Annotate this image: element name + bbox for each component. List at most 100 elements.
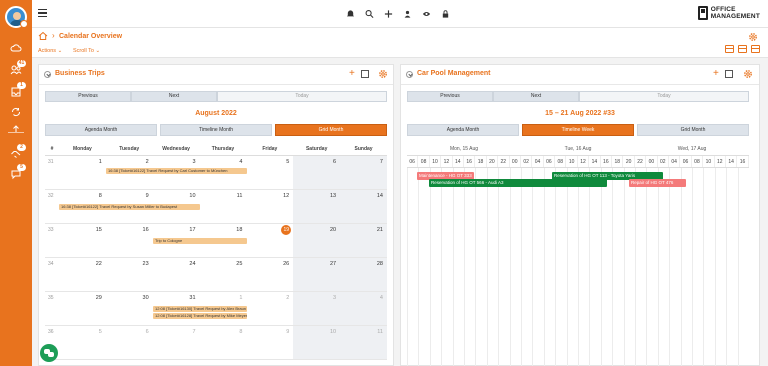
eye-icon[interactable]	[422, 9, 431, 19]
calendar-event[interactable]: 12:08 [Ticket#16128] Travel Request by M…	[153, 313, 247, 319]
day-cell[interactable]: 4	[340, 292, 387, 325]
chat-widget-button[interactable]	[40, 344, 58, 362]
menu-toggle-icon[interactable]	[38, 9, 47, 17]
user-icon[interactable]	[403, 9, 412, 19]
week-number-cell: 34	[45, 258, 59, 291]
day-cell[interactable]: 10	[293, 326, 341, 359]
day-cell[interactable]: 25	[200, 258, 247, 291]
gear-icon[interactable]	[748, 32, 758, 42]
sidebar-item-sync[interactable]	[10, 106, 22, 118]
day-number: 2	[145, 159, 149, 165]
day-cell[interactable]: 11	[200, 190, 247, 223]
day-cell[interactable]: 9	[246, 326, 293, 359]
view-timeline-month[interactable]: Timeline Month	[160, 124, 272, 136]
view-timeline-week[interactable]: Timeline Week	[522, 124, 634, 136]
day-cell[interactable]: 14	[340, 190, 387, 223]
scroll-to-menu[interactable]: Scroll To ⌄	[73, 48, 100, 54]
timeline-event[interactable]: Repair of HG OT 476	[629, 179, 686, 187]
collapse-icon[interactable]	[406, 71, 413, 78]
day-cell[interactable]: 27	[293, 258, 341, 291]
add-icon[interactable]: +	[713, 69, 719, 79]
timeline-hour-label: 12	[715, 156, 726, 167]
view-toggle-icon[interactable]	[725, 70, 733, 78]
lock-icon[interactable]	[441, 9, 450, 19]
week-number-header: #	[50, 146, 54, 152]
day-cell[interactable]: 8	[200, 326, 247, 359]
day-cell[interactable]: 13	[293, 190, 341, 223]
view-grid-month[interactable]: Grid Month	[275, 124, 387, 136]
day-cell[interactable]: 30	[106, 292, 153, 325]
gear-icon[interactable]	[743, 69, 753, 79]
layout-list-icon[interactable]	[725, 45, 734, 53]
weekday-label: Thursday	[211, 146, 235, 152]
sidebar-item-inbox[interactable]: 1	[10, 82, 26, 98]
view-agenda-month[interactable]: Agenda Month	[407, 124, 519, 136]
next-button[interactable]: Next	[493, 91, 579, 102]
day-number: 7	[379, 159, 383, 165]
sidebar-item-upload[interactable]	[10, 124, 22, 136]
layout-columns-icon[interactable]	[738, 45, 747, 53]
view-toggle-icon[interactable]	[361, 70, 369, 78]
actions-menu[interactable]: Actions ⌄	[38, 48, 62, 54]
day-cell[interactable]: 15	[59, 224, 106, 257]
home-icon[interactable]	[38, 31, 48, 41]
timeline: Mon, 15 Aug Tue, 16 Aug Wed, 17 Aug 06 08…	[407, 142, 749, 366]
day-cell[interactable]: 6	[106, 326, 153, 359]
calendar-event[interactable]: 12:08 [Ticket#16130] Travel Request by A…	[153, 306, 247, 312]
sidebar-item-users[interactable]: 41	[10, 60, 26, 76]
day-cell[interactable]: 5	[59, 326, 106, 359]
day-number: 5	[98, 329, 102, 335]
sidebar-item-handshake[interactable]: 2	[10, 144, 26, 160]
add-icon[interactable]: +	[349, 69, 355, 79]
day-number: 23	[142, 261, 149, 267]
day-cell[interactable]: 23	[106, 258, 153, 291]
day-cell[interactable]: 29	[59, 292, 106, 325]
today-button[interactable]: Today	[579, 91, 749, 102]
previous-button[interactable]: Previous	[45, 91, 131, 102]
layout-grid-icon[interactable]	[751, 45, 760, 53]
calendar-event[interactable]: 16:38 [Ticket#16122] Travel Request by C…	[106, 168, 247, 174]
view-grid-month[interactable]: Grid Month	[637, 124, 749, 136]
calendar-event[interactable]: 16:38 [Ticket#16122] Travel Request by S…	[59, 204, 200, 210]
week-number: 36	[48, 329, 54, 335]
day-number: 5	[286, 159, 290, 165]
next-button[interactable]: Next	[131, 91, 217, 102]
day-cell[interactable]: 5	[246, 156, 293, 189]
today-button[interactable]: Today	[217, 91, 387, 102]
previous-button[interactable]: Previous	[407, 91, 493, 102]
day-cell[interactable]: 1	[59, 156, 106, 189]
sidebar-item-cloud[interactable]	[10, 42, 22, 54]
day-cell[interactable]: 3	[293, 292, 341, 325]
search-icon[interactable]	[365, 9, 374, 19]
gear-icon[interactable]	[378, 69, 388, 79]
brand-line2: MANAGEMENT	[710, 13, 760, 20]
day-number: 27	[329, 261, 337, 267]
timeline-event[interactable]: Reservation of HG OT 566 - Audi A3	[429, 179, 607, 187]
day-cell[interactable]: 16	[106, 224, 153, 257]
day-cell[interactable]: 28	[340, 258, 387, 291]
calendar-event[interactable]: Trip to Cologne	[153, 238, 247, 244]
bell-icon[interactable]	[346, 9, 355, 19]
day-cell[interactable]: 7	[340, 156, 387, 189]
day-cell[interactable]: 2	[246, 292, 293, 325]
brand-line1: OFFICE	[710, 6, 736, 13]
day-cell[interactable]: 20	[293, 224, 341, 257]
day-cell[interactable]: 21	[340, 224, 387, 257]
day-cell[interactable]: 6	[293, 156, 341, 189]
timeline-hour-label: 08	[692, 156, 704, 167]
view-agenda-month[interactable]: Agenda Month	[45, 124, 157, 136]
day-cell[interactable]: 26	[246, 258, 293, 291]
day-cell[interactable]: 11	[340, 326, 387, 359]
sidebar: 41 1 2 5	[0, 0, 32, 366]
day-number: 6	[333, 159, 337, 165]
day-cell[interactable]: 7	[153, 326, 200, 359]
plus-icon[interactable]	[384, 9, 393, 19]
sidebar-item-chat[interactable]: 5	[10, 164, 26, 180]
day-cell[interactable]: 22	[59, 258, 106, 291]
week-row: 34 22 23 24 25 26 27 28	[45, 258, 387, 292]
day-cell[interactable]: 24	[153, 258, 200, 291]
day-cell[interactable]: 12	[246, 190, 293, 223]
day-cell[interactable]: 19	[246, 224, 293, 257]
collapse-icon[interactable]	[44, 71, 51, 78]
day-number: 13	[329, 193, 337, 199]
